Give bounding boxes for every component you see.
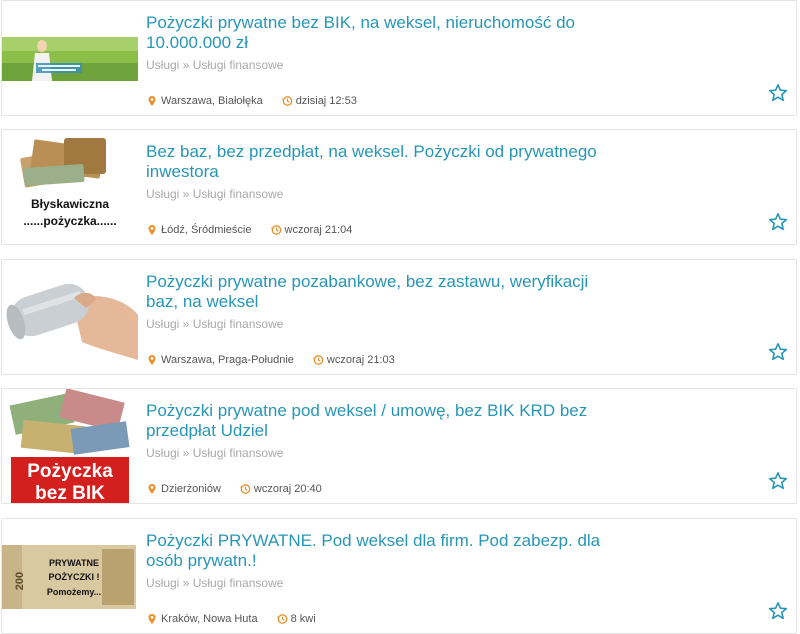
listing-card[interactable]: 200 PRYWATNE POŻYCZKI ! Pomożemy... Poży… (1, 518, 797, 634)
banknote-200-photo: 200 PRYWATNE POŻYCZKI ! Pomożemy... (2, 519, 138, 633)
listing-category: Usługi » Usługi finansowe (146, 187, 284, 201)
banknotes-photo: Błyskawiczna ......pożyczka...... (2, 130, 138, 244)
listing-thumbnail[interactable]: Pożyczka bez BIK (2, 389, 138, 504)
history-clock-icon (239, 484, 251, 494)
listing-meta: Kraków, Nowa Huta 8 kwi (146, 613, 316, 625)
listing-time: dzisiaj 12:53 (295, 95, 357, 107)
listing-title[interactable]: Pożyczki PRYWATNE. Pod weksel dla firm. … (146, 531, 616, 571)
hand-with-money-roll-photo (2, 260, 138, 374)
listing-location: Dzierżoniów (161, 483, 221, 495)
listing-time: 8 kwi (290, 613, 316, 625)
thumb-text-line-1: Pożyczka (27, 461, 113, 482)
listing-category: Usługi » Usługi finansowe (146, 58, 284, 72)
location-pin-icon (148, 96, 156, 106)
listing-meta: Warszawa, Białołęka dzisiaj 12:53 (146, 95, 357, 107)
listing-category: Usługi » Usługi finansowe (146, 576, 284, 590)
favorite-star-icon[interactable] (768, 342, 788, 362)
listing-category: Usługi » Usługi finansowe (146, 446, 284, 460)
listing-card[interactable]: Pożyczki prywatne pozabankowe, bez zasta… (1, 259, 797, 375)
thumb-text-line-2: ......pożyczka...... (23, 214, 116, 228)
listing-location: Warszawa, Białołęka (161, 95, 263, 107)
thumb-text-line-2: POŻYCZKI ! (49, 572, 100, 582)
listing-thumbnail[interactable]: Błyskawiczna ......pożyczka...... (2, 130, 138, 244)
listing-card[interactable]: Błyskawiczna ......pożyczka...... Bez ba… (1, 129, 797, 245)
location-pin-icon (148, 614, 156, 624)
listing-meta: Dzierżoniów wczoraj 20:40 (146, 483, 322, 495)
location-pin-icon (148, 225, 156, 235)
listing-card[interactable]: Pożyczka bez BIK Pożyczki prywatne pod w… (1, 388, 797, 504)
listing-meta: Warszawa, Praga-Południe wczoraj 21:03 (146, 354, 395, 366)
listing-thumbnail[interactable] (2, 1, 138, 115)
listing-title[interactable]: Pożyczki prywatne pozabankowe, bez zasta… (146, 272, 616, 312)
listing-time: wczoraj 20:40 (253, 483, 322, 495)
woman-in-field-photo (2, 1, 138, 115)
thumb-text-line-1: PRYWATNE (49, 558, 99, 568)
favorite-star-icon[interactable] (768, 83, 788, 103)
history-clock-icon (270, 225, 281, 235)
location-pin-icon (148, 355, 156, 365)
listing-time: wczoraj 21:04 (284, 224, 353, 236)
history-clock-icon (276, 614, 287, 624)
thumb-text-line-1: Błyskawiczna (31, 197, 109, 211)
listing-title[interactable]: Pożyczki prywatne pod weksel / umowę, be… (146, 401, 616, 441)
listing-location: Kraków, Nowa Huta (161, 613, 258, 625)
location-pin-icon (148, 484, 156, 494)
listing-thumbnail[interactable] (2, 260, 138, 374)
favorite-star-icon[interactable] (768, 212, 788, 232)
history-clock-icon (312, 355, 324, 365)
listing-title[interactable]: Bez baz, bez przedpłat, na weksel. Pożyc… (146, 142, 616, 182)
favorite-star-icon[interactable] (768, 471, 788, 491)
thumb-text-line-3: Pomożemy... (47, 587, 101, 597)
banknotes-stack-photo: Pożyczka bez BIK (2, 389, 138, 504)
favorite-star-icon[interactable] (768, 601, 788, 621)
listing-location: Warszawa, Praga-Południe (161, 354, 294, 366)
thumb-text-line-2: bez BIK (35, 483, 105, 504)
listing-title[interactable]: Pożyczki prywatne bez BIK, na weksel, ni… (146, 13, 616, 53)
history-clock-icon (281, 96, 293, 106)
listing-card[interactable]: Pożyczki prywatne bez BIK, na weksel, ni… (1, 0, 797, 116)
listing-time: wczoraj 21:03 (326, 354, 395, 366)
listing-meta: Łódź, Śródmieście wczoraj 21:04 (146, 224, 352, 236)
listing-category: Usługi » Usługi finansowe (146, 317, 284, 331)
listing-location: Łódź, Śródmieście (161, 224, 252, 236)
listing-thumbnail[interactable]: 200 PRYWATNE POŻYCZKI ! Pomożemy... (2, 519, 138, 633)
svg-text:200: 200 (14, 572, 26, 590)
